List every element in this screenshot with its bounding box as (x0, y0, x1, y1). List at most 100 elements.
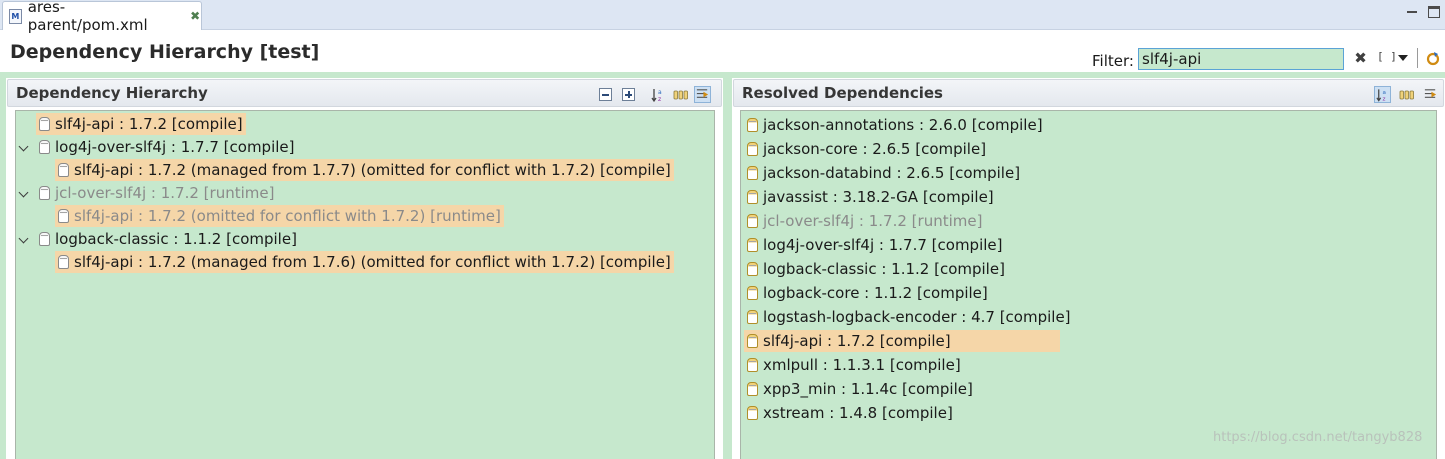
dependency-label: jcl-over-slf4j : 1.7.2 [runtime] (763, 212, 983, 230)
section-header: Dependency Hierarchy a z (7, 79, 722, 107)
list-item[interactable]: jackson-annotations : 2.6.0 [compile] (744, 114, 1046, 136)
dependency-label: jcl-over-slf4j : 1.7.2 [runtime] (55, 184, 275, 202)
dependency-label: logback-core : 1.1.2 [compile] (763, 284, 988, 302)
tree-item[interactable]: slf4j-api : 1.7.2 (omitted for conflict … (55, 205, 504, 227)
svg-text:a: a (658, 89, 662, 96)
sort-button[interactable]: a z (1374, 86, 1391, 103)
dependency-label: slf4j-api : 1.7.2 [compile] (55, 115, 243, 133)
expand-all-button[interactable] (620, 86, 637, 103)
clear-filter-icon[interactable]: ✖ (1353, 51, 1368, 66)
filter-options-icon[interactable]: [ ] (1377, 50, 1397, 63)
tab-label: ares-parent/pom.xml (27, 0, 148, 34)
chevron-down-icon[interactable] (1398, 55, 1408, 61)
jar-icon (747, 214, 758, 228)
tree-item[interactable]: logback-classic : 1.1.2 [compile] (36, 228, 300, 250)
list-item[interactable]: jackson-databind : 2.6.5 [compile] (744, 162, 1023, 184)
jar-icon (747, 310, 758, 324)
group-jars-icon (673, 90, 688, 99)
refresh-icon[interactable] (1425, 51, 1441, 67)
jar-icon (747, 358, 758, 372)
expand-all-icon (622, 88, 635, 101)
tree-item[interactable]: slf4j-api : 1.7.2 (managed from 1.7.6) (… (55, 251, 674, 273)
dependency-label: jackson-databind : 2.6.5 [compile] (763, 164, 1021, 182)
dependency-label: slf4j-api : 1.7.2 (managed from 1.7.7) (… (74, 161, 671, 179)
chevron-down-icon[interactable] (19, 142, 29, 152)
dependency-label: xmlpull : 1.1.3.1 [compile] (763, 356, 961, 374)
jar-icon (747, 238, 758, 252)
jar-icon (747, 382, 758, 396)
dependency-label: slf4j-api : 1.7.2 (omitted for conflict … (74, 207, 501, 225)
tree-item[interactable]: slf4j-api : 1.7.2 [compile] (36, 113, 246, 135)
filter-input[interactable] (1138, 48, 1344, 70)
jar-icon (58, 209, 69, 223)
tree-item[interactable]: jcl-over-slf4j : 1.7.2 [runtime] (36, 182, 277, 204)
sort-button[interactable]: a z (649, 86, 666, 103)
dependency-label: jackson-core : 2.6.5 [compile] (763, 140, 987, 158)
list-item[interactable]: xstream : 1.4.8 [compile] (744, 402, 956, 424)
dependency-label: xstream : 1.4.8 [compile] (763, 404, 953, 422)
list-item[interactable]: slf4j-api : 1.7.2 [compile] (744, 330, 1060, 352)
tree-item[interactable]: slf4j-api : 1.7.2 (managed from 1.7.7) (… (55, 159, 674, 181)
list-item[interactable]: logback-core : 1.1.2 [compile] (744, 282, 991, 304)
tree-item[interactable]: log4j-over-slf4j : 1.7.7 [compile] (36, 136, 298, 158)
list-item[interactable]: jcl-over-slf4j : 1.7.2 [runtime] (744, 210, 985, 232)
section-title: Dependency Hierarchy (16, 84, 208, 102)
jar-icon (58, 255, 69, 269)
sort-az-icon: a z (650, 88, 662, 103)
resolved-dependencies-section: Resolved Dependencies a z jackson-annota… (732, 78, 1445, 459)
svg-text:a: a (1383, 90, 1386, 96)
dependency-label: jackson-annotations : 2.6.0 [compile] (763, 116, 1043, 134)
dependency-label: logback-classic : 1.1.2 [compile] (55, 230, 297, 248)
minimize-icon[interactable] (1406, 6, 1418, 18)
jar-icon (39, 117, 50, 131)
dependency-hierarchy-section: Dependency Hierarchy a z slf4j-api : 1.7… (6, 78, 723, 459)
jar-icon (39, 232, 50, 246)
jar-icon (747, 118, 758, 132)
jar-icon (747, 334, 758, 348)
filter-toggle-button[interactable] (1422, 86, 1439, 103)
maven-file-icon: M (9, 8, 22, 24)
dependency-hierarchy-tree[interactable]: slf4j-api : 1.7.2 [compile] log4j-over-sl… (15, 110, 715, 459)
show-groupid-button[interactable] (672, 86, 689, 103)
list-item[interactable]: jackson-core : 2.6.5 [compile] (744, 138, 989, 160)
dependency-label: xpp3_min : 1.1.4c [compile] (763, 380, 973, 398)
jar-icon (747, 262, 758, 276)
toolbar-separator (1417, 48, 1418, 68)
filter-tree-icon (1424, 89, 1437, 98)
dependency-label: logstash-logback-encoder : 4.7 [compile] (763, 308, 1071, 326)
dependency-label: javassist : 3.18.2-GA [compile] (763, 188, 994, 206)
chevron-down-icon[interactable] (19, 188, 29, 198)
jar-icon (747, 286, 758, 300)
sort-az-icon: a z (1376, 88, 1386, 102)
dependency-label: slf4j-api : 1.7.2 (managed from 1.7.6) (… (74, 253, 671, 271)
dependency-label: log4j-over-slf4j : 1.7.7 [compile] (763, 236, 1003, 254)
jar-icon (747, 166, 758, 180)
list-item[interactable]: logback-classic : 1.1.2 [compile] (744, 258, 1008, 280)
collapse-all-button[interactable] (597, 86, 614, 103)
page-title: Dependency Hierarchy [test] (10, 41, 320, 63)
list-item[interactable]: xpp3_min : 1.1.4c [compile] (744, 378, 976, 400)
list-item[interactable]: javassist : 3.18.2-GA [compile] (744, 186, 997, 208)
list-item[interactable]: log4j-over-slf4j : 1.7.7 [compile] (744, 234, 1006, 256)
jar-icon (747, 190, 758, 204)
close-icon[interactable]: ✖ (189, 10, 201, 22)
dependency-label: slf4j-api : 1.7.2 [compile] (763, 332, 951, 350)
jar-icon (747, 406, 758, 420)
resolved-dependencies-list[interactable]: jackson-annotations : 2.6.0 [compile] jac… (740, 110, 1437, 459)
maximize-icon[interactable] (1428, 6, 1440, 18)
list-item[interactable]: logstash-logback-encoder : 4.7 [compile] (744, 306, 1074, 328)
editor-tab-pom[interactable]: M ares-parent/pom.xml ✖ (2, 0, 202, 34)
svg-text:z: z (1383, 96, 1386, 102)
show-groupid-button[interactable] (1398, 86, 1415, 103)
dependency-label: log4j-over-slf4j : 1.7.7 [compile] (55, 138, 295, 156)
list-item[interactable]: xmlpull : 1.1.3.1 [compile] (744, 354, 964, 376)
filter-toggle-button[interactable] (694, 86, 711, 103)
chevron-down-icon[interactable] (19, 234, 29, 244)
section-header: Resolved Dependencies a z (733, 79, 1444, 107)
jar-icon (747, 142, 758, 156)
dependency-label: logback-classic : 1.1.2 [compile] (763, 260, 1005, 278)
section-title: Resolved Dependencies (742, 84, 943, 102)
watermark: https://blog.csdn.net/tangyb828 (1213, 430, 1423, 445)
jar-icon (58, 163, 69, 177)
jar-icon (39, 186, 50, 200)
